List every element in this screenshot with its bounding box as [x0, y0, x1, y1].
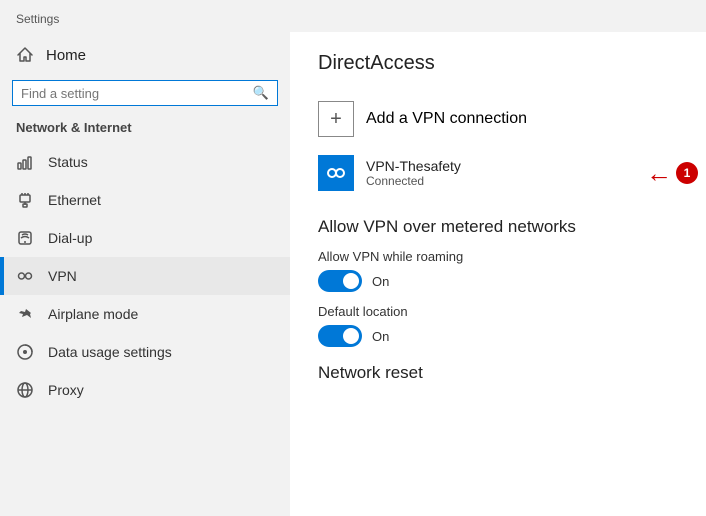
vpn-connection-info: VPN-Thesafety Connected — [366, 158, 461, 188]
home-icon — [16, 46, 34, 64]
annotation-arrow: ← 1 — [646, 160, 698, 186]
add-vpn-row[interactable]: + Add a VPN connection — [318, 91, 678, 147]
search-icon: 🔍 — [253, 85, 269, 101]
search-input[interactable] — [21, 86, 253, 101]
title-bar-label: Settings — [16, 12, 59, 26]
proxy-icon — [16, 381, 34, 399]
datausage-icon — [16, 343, 34, 361]
toggle-default-row: Default location On — [318, 304, 678, 347]
sidebar-item-label: Data usage settings — [48, 344, 172, 360]
ethernet-icon — [16, 191, 34, 209]
plus-icon: + — [330, 108, 342, 131]
allow-vpn-title: Allow VPN over metered networks — [318, 217, 678, 237]
sidebar-section-label: Network & Internet — [0, 116, 290, 143]
toggle-default-switch[interactable] — [318, 325, 362, 347]
dialup-icon — [16, 229, 34, 247]
toggle-roaming-state: On — [372, 274, 389, 289]
sidebar-item-airplane[interactable]: Airplane mode — [0, 295, 290, 333]
directaccess-title: DirectAccess — [318, 52, 678, 75]
airplane-icon — [16, 305, 34, 323]
sidebar-home-label: Home — [46, 47, 86, 64]
toggle-roaming-label: Allow VPN while roaming — [318, 249, 678, 264]
sidebar-item-dialup[interactable]: Dial-up — [0, 219, 290, 257]
toggle-default-label: Default location — [318, 304, 678, 319]
status-icon — [16, 153, 34, 171]
vpn-connection-container: VPN-Thesafety Connected ← 1 — [318, 147, 678, 199]
vpn-connection-name: VPN-Thesafety — [366, 158, 461, 174]
content-panel: DirectAccess + Add a VPN connection VPN- — [290, 32, 706, 516]
sidebar-item-home[interactable]: Home — [0, 36, 290, 74]
sidebar-item-label: VPN — [48, 268, 77, 284]
sidebar-item-label: Ethernet — [48, 192, 101, 208]
toggle-roaming-switch[interactable] — [318, 270, 362, 292]
sidebar-item-datausage[interactable]: Data usage settings — [0, 333, 290, 371]
network-reset-title: Network reset — [318, 363, 678, 383]
vpn-icon — [16, 267, 34, 285]
toggle-default-state: On — [372, 329, 389, 344]
annotation-badge: 1 — [676, 162, 698, 184]
sidebar-item-label: Dial-up — [48, 230, 92, 246]
sidebar-item-vpn[interactable]: VPN — [0, 257, 290, 295]
add-vpn-button[interactable]: + — [318, 101, 354, 137]
sidebar-item-ethernet[interactable]: Ethernet — [0, 181, 290, 219]
search-box[interactable]: 🔍 — [12, 80, 278, 106]
toggle-roaming-row: Allow VPN while roaming On — [318, 249, 678, 292]
title-bar: Settings — [0, 0, 706, 32]
add-vpn-label: Add a VPN connection — [366, 110, 527, 128]
vpn-connection-icon — [318, 155, 354, 191]
toggle-roaming-control: On — [318, 270, 678, 292]
sidebar-item-label: Airplane mode — [48, 306, 138, 322]
vpn-connection-status: Connected — [366, 174, 461, 188]
sidebar: Home 🔍 Network & Internet Status — [0, 32, 290, 516]
toggle-default-control: On — [318, 325, 678, 347]
sidebar-item-proxy[interactable]: Proxy — [0, 371, 290, 409]
sidebar-item-status[interactable]: Status — [0, 143, 290, 181]
sidebar-item-label: Status — [48, 154, 88, 170]
sidebar-item-label: Proxy — [48, 382, 84, 398]
red-arrow-icon: ← — [646, 160, 672, 186]
vpn-connection-row[interactable]: VPN-Thesafety Connected — [318, 147, 678, 199]
